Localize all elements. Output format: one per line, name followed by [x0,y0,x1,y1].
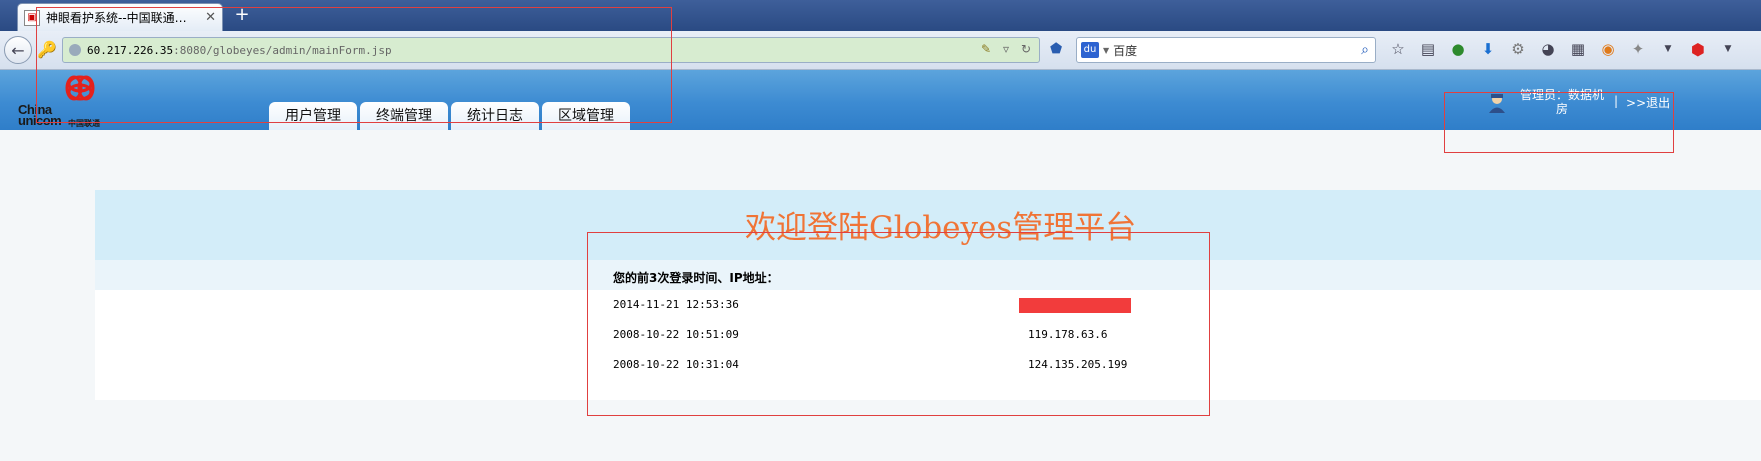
extension-icon[interactable]: ⬟ [1050,41,1062,57]
gear-icon[interactable]: ⚙ [1508,39,1528,59]
shield-icon[interactable]: ● [1448,39,1468,59]
menu-dropdown-icon[interactable]: ▼ [1658,39,1678,59]
firefox-icon[interactable]: ◉ [1598,39,1618,59]
overflow-dropdown-icon[interactable]: ▼ [1718,39,1738,59]
chevron-down-icon[interactable]: ▼ [1103,46,1109,55]
palette-icon[interactable]: ◕ [1538,39,1558,59]
annotation-box-url [36,7,672,123]
bookmarks-list-icon[interactable]: ▤ [1418,39,1438,59]
bookmark-star-icon[interactable]: ☆ [1388,39,1408,59]
back-button[interactable]: ← [4,36,32,64]
annotation-box-user [1444,92,1674,153]
back-arrow-icon: ← [11,40,25,60]
search-engine-icon[interactable]: du [1081,42,1099,58]
bookmark-dropdown-icon[interactable]: ▿ [999,42,1013,56]
search-icon[interactable]: ⌕ [1355,42,1375,58]
download-icon[interactable]: ⬇ [1478,39,1498,59]
adblock-icon[interactable]: ⬢ [1688,39,1708,59]
grid-icon[interactable]: ▦ [1568,39,1588,59]
addon-icon[interactable]: ✎ [979,42,993,56]
search-bar[interactable]: du ▼ 百度 ⌕ [1076,37,1376,63]
annotation-box-logins [587,232,1210,416]
reload-icon[interactable]: ↻ [1019,42,1033,56]
search-input[interactable]: 百度 [1113,42,1355,59]
puzzle-icon[interactable]: ✦ [1628,39,1648,59]
